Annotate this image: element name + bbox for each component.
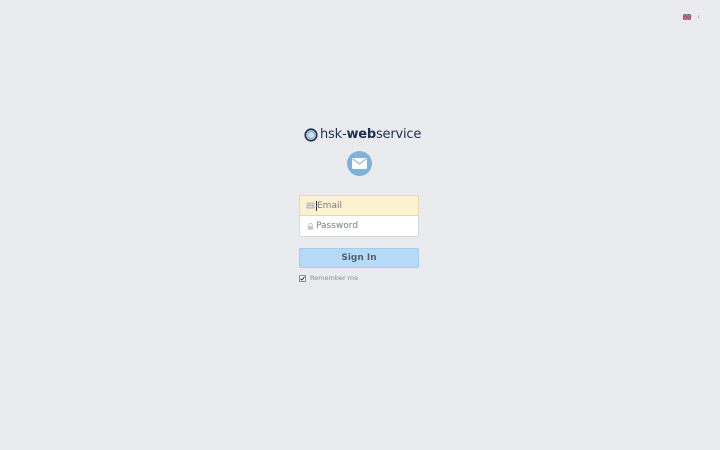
chevron-left-icon[interactable]: ‹ (697, 13, 700, 21)
language-switcher[interactable]: ‹ (683, 13, 700, 21)
remember-me[interactable]: Remember me (299, 274, 358, 282)
uk-flag-icon[interactable] (683, 14, 691, 20)
keyboard-icon (306, 202, 315, 209)
login-page: ‹ hsk-webservice Email Sign In Remember … (0, 0, 720, 450)
brand-logo: hsk-webservice (304, 127, 421, 142)
password-input[interactable] (316, 221, 411, 231)
lock-icon (307, 222, 314, 230)
remember-me-label[interactable]: Remember me (310, 274, 358, 282)
password-field[interactable] (299, 216, 419, 237)
envelope-icon (347, 151, 372, 176)
remember-me-checkbox[interactable] (299, 274, 306, 282)
logo-ring-icon (304, 127, 318, 142)
brand-name: hsk-webservice (320, 127, 422, 142)
email-field[interactable] (299, 195, 419, 216)
email-input[interactable] (317, 200, 412, 211)
checkmark-icon (300, 276, 305, 281)
sign-in-button[interactable]: Sign In (299, 248, 419, 268)
login-form (299, 195, 419, 237)
